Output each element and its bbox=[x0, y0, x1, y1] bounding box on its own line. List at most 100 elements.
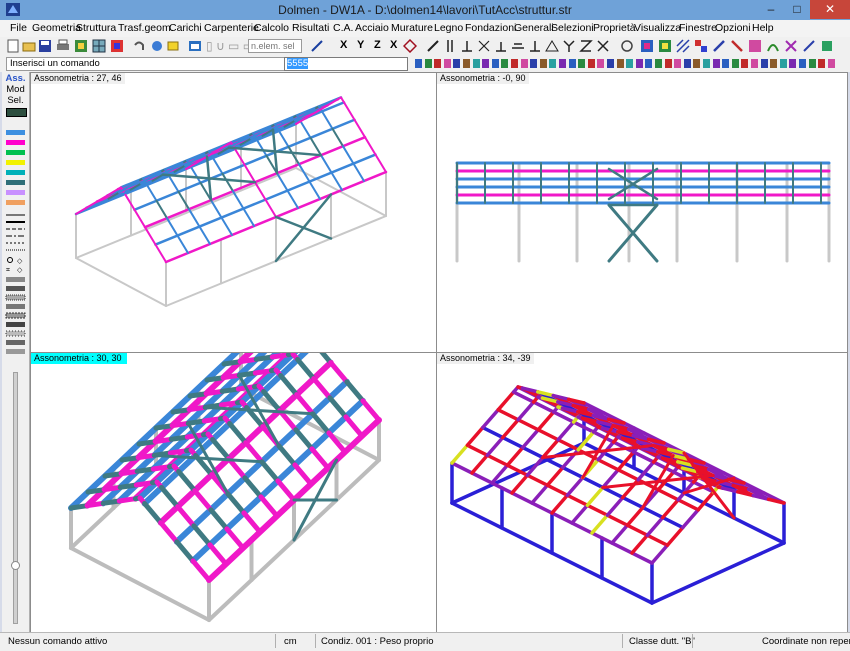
check-icon[interactable] bbox=[802, 39, 816, 53]
toolbar-tool-19-icon[interactable] bbox=[587, 58, 596, 69]
toolbar-tool-13-icon[interactable] bbox=[529, 58, 538, 69]
toolbar-tool-12-icon[interactable] bbox=[520, 58, 529, 69]
undo-icon[interactable] bbox=[132, 39, 146, 53]
hatch-pattern-selector[interactable] bbox=[5, 276, 26, 356]
color-swatch-cyan[interactable] bbox=[6, 170, 25, 175]
point-style-icons[interactable]: ◇ ⌗ ◇ bbox=[5, 256, 26, 274]
color-swatch-violet[interactable] bbox=[6, 190, 25, 195]
toolbar-tool-2-icon[interactable] bbox=[424, 58, 433, 69]
color-swatch-blue[interactable] bbox=[6, 130, 25, 135]
window-icon[interactable] bbox=[188, 39, 202, 53]
minimize-button[interactable]: – bbox=[758, 0, 784, 19]
toolbar-tool-44-icon[interactable] bbox=[827, 58, 836, 69]
menu-acciaio[interactable]: Acciaio bbox=[355, 22, 389, 34]
preview-icon[interactable] bbox=[74, 39, 88, 53]
toolbar-tool-1-icon[interactable] bbox=[414, 58, 423, 69]
toolbar-tool-16-icon[interactable] bbox=[558, 58, 567, 69]
menu-risultati[interactable]: Risultati bbox=[292, 22, 329, 34]
color-swatch-yellow[interactable] bbox=[6, 160, 25, 165]
toolbar-tool-43-icon[interactable] bbox=[817, 58, 826, 69]
command-input[interactable]: 5555 bbox=[284, 57, 408, 71]
toolbar-tool-17-icon[interactable] bbox=[568, 58, 577, 69]
menu-generali[interactable]: Generali bbox=[514, 22, 554, 34]
menu-murature[interactable]: Murature bbox=[391, 22, 433, 34]
view-assonometria-4[interactable]: Assonometria : 34, -39 bbox=[436, 352, 848, 633]
menu-ca[interactable]: C.A. bbox=[333, 22, 353, 34]
toolbar-tool-28-icon[interactable] bbox=[673, 58, 682, 69]
link-tool-icon[interactable] bbox=[620, 39, 634, 53]
rotate-icon[interactable] bbox=[150, 39, 164, 53]
toolbar-tool-11-icon[interactable] bbox=[510, 58, 519, 69]
render-icon[interactable] bbox=[110, 39, 124, 53]
menu-file[interactable]: File bbox=[10, 22, 27, 34]
toolbar-tool-26-icon[interactable] bbox=[654, 58, 663, 69]
toolbar-tool-23-icon[interactable] bbox=[625, 58, 634, 69]
toolbar-tool-39-icon[interactable] bbox=[779, 58, 788, 69]
brace-tool-icon[interactable] bbox=[477, 39, 491, 53]
menu-carpenterie[interactable]: Carpenterie bbox=[204, 22, 259, 34]
toolbar-tool-34-icon[interactable] bbox=[731, 58, 740, 69]
menu-calcolo[interactable]: Calcolo bbox=[254, 22, 289, 34]
menu-visualizza[interactable]: Visualizza bbox=[634, 22, 681, 34]
diagrams-icon[interactable] bbox=[748, 39, 762, 53]
print-icon[interactable] bbox=[56, 39, 70, 53]
toolbar-tool-10-icon[interactable] bbox=[500, 58, 509, 69]
slab-tool-icon[interactable] bbox=[511, 39, 525, 53]
load-tool-icon[interactable] bbox=[528, 39, 542, 53]
assonometria-button[interactable]: Ass. bbox=[2, 73, 29, 84]
toolbar-tool-32-icon[interactable] bbox=[712, 58, 721, 69]
menu-help[interactable]: Help bbox=[752, 22, 774, 34]
color-swatch-orange[interactable] bbox=[6, 200, 25, 205]
toolbar-tool-35-icon[interactable] bbox=[740, 58, 749, 69]
toolbar-tool-37-icon[interactable] bbox=[760, 58, 769, 69]
toolbar-tool-7-icon[interactable] bbox=[472, 58, 481, 69]
truss-tool-icon[interactable] bbox=[545, 39, 559, 53]
toolbar-tool-8-icon[interactable] bbox=[481, 58, 490, 69]
axis-x2-button[interactable]: X bbox=[390, 39, 397, 51]
color-swatch-green[interactable] bbox=[6, 150, 25, 155]
zoom-slider-track[interactable] bbox=[13, 372, 18, 624]
new-file-icon[interactable] bbox=[6, 39, 20, 53]
save-icon[interactable] bbox=[38, 39, 52, 53]
menu-carichi[interactable]: Carichi bbox=[169, 22, 202, 34]
view-assonometria-2[interactable]: Assonometria : -0, 90 bbox=[436, 72, 848, 353]
select-button[interactable]: Sel. bbox=[2, 95, 29, 106]
toolbar-tool-27-icon[interactable] bbox=[664, 58, 673, 69]
column-tool-icon[interactable] bbox=[443, 39, 457, 53]
toolbar-tool-20-icon[interactable] bbox=[596, 58, 605, 69]
modify-button[interactable]: Mod bbox=[2, 84, 29, 95]
toolbar-tool-18-icon[interactable] bbox=[577, 58, 586, 69]
close-button[interactable]: ✕ bbox=[810, 0, 850, 19]
toolbar-tool-15-icon[interactable] bbox=[548, 58, 557, 69]
menu-opzioni[interactable]: Opzioni bbox=[715, 22, 751, 34]
menu-proprieta[interactable]: Proprietà bbox=[593, 22, 636, 34]
toolbar-tool-5-icon[interactable] bbox=[452, 58, 461, 69]
open-folder-icon[interactable] bbox=[22, 39, 36, 53]
toolbar-tool-29-icon[interactable] bbox=[683, 58, 692, 69]
sections-icon[interactable] bbox=[640, 39, 654, 53]
toolbar-tool-30-icon[interactable] bbox=[692, 58, 701, 69]
menu-finestre[interactable]: Finestre bbox=[679, 22, 717, 34]
zoom-slider-handle[interactable] bbox=[11, 561, 20, 570]
materials-icon[interactable] bbox=[658, 39, 672, 53]
color-swatch-magenta[interactable] bbox=[6, 140, 25, 145]
x-tool-icon[interactable] bbox=[596, 39, 610, 53]
grid-icon[interactable] bbox=[92, 39, 106, 53]
colors-icon[interactable] bbox=[694, 39, 708, 53]
toolbar-tool-22-icon[interactable] bbox=[616, 58, 625, 69]
toolbar-tool-6-icon[interactable] bbox=[462, 58, 471, 69]
menu-struttura[interactable]: Struttura bbox=[76, 22, 116, 34]
view-assonometria-1[interactable]: Assonometria : 27, 46 bbox=[30, 72, 437, 353]
menu-trasf-geom[interactable]: Trasf.geom. bbox=[118, 22, 174, 34]
view-assonometria-3[interactable]: Assonometria : 30, 30 bbox=[30, 352, 437, 633]
pan-icon[interactable] bbox=[166, 39, 180, 53]
toolbar-tool-42-icon[interactable] bbox=[808, 58, 817, 69]
maximize-button[interactable]: □ bbox=[784, 0, 810, 19]
axis-z-button[interactable]: Z bbox=[374, 39, 381, 51]
loads-icon[interactable] bbox=[712, 39, 726, 53]
y-tool-icon[interactable] bbox=[562, 39, 576, 53]
rotate-axis-icon[interactable] bbox=[403, 39, 417, 53]
stress-icon[interactable] bbox=[784, 39, 798, 53]
axis-y-button[interactable]: Y bbox=[357, 39, 364, 51]
color-swatch-black[interactable] bbox=[6, 108, 27, 117]
